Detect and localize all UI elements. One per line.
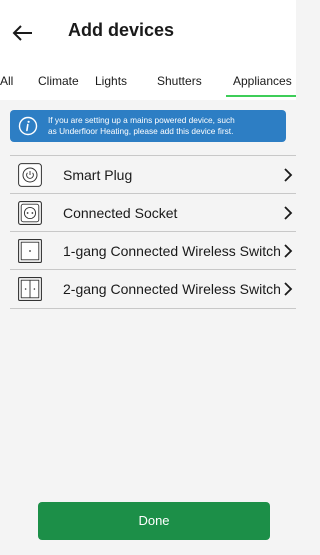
chevron-right-icon	[284, 168, 293, 182]
selected-tab-indicator	[226, 95, 296, 97]
chevron-right-icon	[284, 244, 293, 258]
chevron-right-icon	[284, 206, 293, 220]
device-label: 2-gang Connected Wireless Switch	[63, 281, 281, 297]
tab-lights[interactable]: Lights	[95, 74, 127, 88]
category-tabs: All Climate Lights Shutters Appliances	[0, 64, 296, 100]
tab-climate[interactable]: Climate	[38, 74, 79, 88]
device-list: Smart Plug Connected Socket 1-gang Conne…	[0, 155, 296, 555]
info-message: If you are setting up a mains powered de…	[48, 115, 284, 137]
device-label: 1-gang Connected Wireless Switch	[63, 243, 281, 259]
list-item-connected-socket[interactable]: Connected Socket	[10, 193, 296, 232]
header: Add devices	[0, 0, 296, 64]
smart-plug-icon	[18, 163, 42, 187]
list-item-2-gang-switch[interactable]: 2-gang Connected Wireless Switch	[10, 269, 296, 309]
info-icon	[18, 116, 38, 136]
tab-all[interactable]: All	[0, 74, 13, 88]
list-item-1-gang-switch[interactable]: 1-gang Connected Wireless Switch	[10, 231, 296, 270]
one-gang-switch-icon	[18, 239, 42, 263]
info-banner: If you are setting up a mains powered de…	[10, 110, 286, 142]
tab-shutters[interactable]: Shutters	[157, 74, 202, 88]
done-button[interactable]: Done	[38, 502, 270, 540]
device-label: Connected Socket	[63, 205, 178, 221]
tab-appliances[interactable]: Appliances	[233, 74, 292, 88]
page-title: Add devices	[68, 20, 175, 40]
socket-icon	[18, 201, 42, 225]
chevron-right-icon	[284, 282, 293, 296]
info-message-line-1: If you are setting up a mains powered de…	[48, 115, 235, 125]
back-arrow-icon[interactable]	[10, 20, 36, 46]
two-gang-switch-icon	[18, 277, 42, 301]
list-item-smart-plug[interactable]: Smart Plug	[10, 155, 296, 194]
device-label: Smart Plug	[63, 167, 133, 183]
info-message-line-2: as Underfloor Heating, please add this d…	[48, 126, 234, 136]
